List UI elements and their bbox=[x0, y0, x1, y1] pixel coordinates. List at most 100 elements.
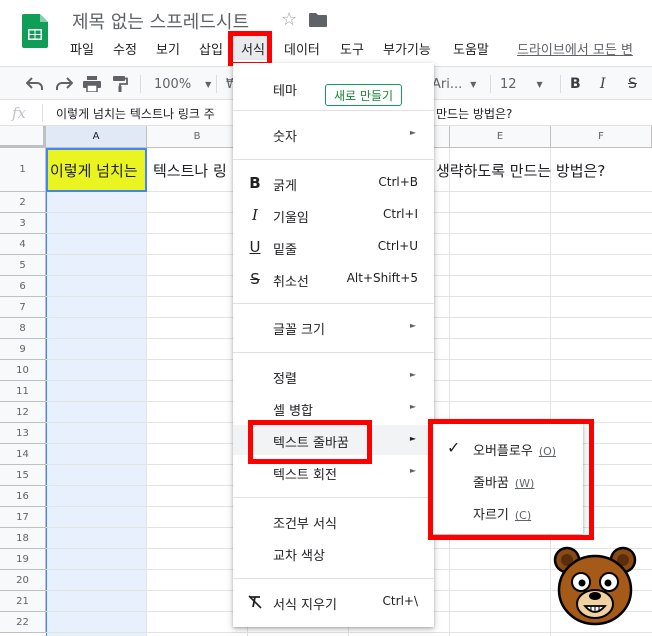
menu-item-theme[interactable]: 테마 새로 만들기 bbox=[233, 71, 434, 106]
grid-column-line bbox=[449, 148, 450, 636]
row-header-14[interactable]: 14 bbox=[0, 444, 46, 465]
shortcut-label: Ctrl+U bbox=[377, 239, 418, 253]
italic-button[interactable]: I bbox=[600, 74, 606, 94]
menu-item-bold[interactable]: B 굵게 Ctrl+B bbox=[233, 168, 434, 198]
strikethrough-button[interactable]: S bbox=[628, 74, 637, 94]
font-size-value: 12 bbox=[500, 76, 517, 92]
menu-tools[interactable]: 도구 bbox=[340, 39, 364, 58]
wrap-option-label: 줄바꿈 (W) bbox=[473, 472, 534, 491]
chevron-down-icon: ▼ bbox=[470, 79, 477, 89]
wrap-option-overflow[interactable]: ✓ 오버플로우 (O) bbox=[433, 432, 583, 464]
menu-edit[interactable]: 수정 bbox=[113, 39, 137, 58]
row-header-8[interactable]: 8 bbox=[0, 318, 46, 339]
menu-item-merge[interactable]: 셀 병합 ► bbox=[233, 393, 434, 423]
menu-item-strikethrough[interactable]: S 취소선 Alt+Shift+5 bbox=[233, 264, 434, 294]
selected-column-a bbox=[46, 148, 147, 636]
strikethrough-icon: S bbox=[250, 270, 260, 288]
menu-item-number[interactable]: 숫자 ► bbox=[233, 119, 434, 149]
menu-divider bbox=[233, 578, 434, 579]
row-header-12[interactable]: 12 bbox=[0, 402, 46, 423]
menu-item-alternating-colors[interactable]: 교차 색상 bbox=[233, 538, 434, 568]
cell-a1-text-left: 이렇게 넘치는 bbox=[50, 162, 138, 180]
zoom-select[interactable]: 100% ▼ bbox=[154, 74, 211, 94]
menu-item-label: 정렬 bbox=[273, 372, 297, 387]
menu-file[interactable]: 파일 bbox=[70, 39, 94, 58]
row-header-9[interactable]: 9 bbox=[0, 339, 46, 360]
row-header-21[interactable]: 21 bbox=[0, 591, 46, 612]
toolbar-separator bbox=[216, 75, 217, 93]
menu-item-underline[interactable]: U 밑줄 Ctrl+U bbox=[233, 232, 434, 262]
row-header-10[interactable]: 10 bbox=[0, 360, 46, 381]
new-theme-button[interactable]: 새로 만들기 bbox=[325, 84, 403, 106]
menu-item-label: 텍스트 회전 bbox=[273, 468, 337, 483]
menu-item-label: 취소선 bbox=[273, 275, 309, 290]
menu-item-label: 서식 지우기 bbox=[273, 598, 337, 613]
menu-view[interactable]: 보기 bbox=[156, 39, 180, 58]
row-header-16[interactable]: 16 bbox=[0, 486, 46, 507]
row-header-18[interactable]: 18 bbox=[0, 528, 46, 549]
menu-insert[interactable]: 삽입 bbox=[199, 39, 223, 58]
wrap-option-clip[interactable]: 자르기 (C) bbox=[433, 496, 583, 528]
row-header-6[interactable]: 6 bbox=[0, 276, 46, 297]
paint-format-icon[interactable] bbox=[112, 74, 128, 94]
wrap-option-text: 줄바꿈 bbox=[473, 476, 509, 491]
menu-item-font-size[interactable]: 글꼴 크기 ► bbox=[233, 312, 434, 342]
font-family-select[interactable]: Ari... ▼ bbox=[432, 74, 476, 94]
star-icon[interactable]: ☆ bbox=[281, 9, 297, 30]
wrap-option-text: 자르기 bbox=[473, 508, 509, 523]
menu-item-label: 텍스트 줄바꿈 bbox=[273, 436, 349, 451]
wrap-option-key: (C) bbox=[514, 509, 532, 522]
row-header-17[interactable]: 17 bbox=[0, 507, 46, 528]
bold-button[interactable]: B bbox=[570, 74, 581, 94]
row-header-11[interactable]: 11 bbox=[0, 381, 46, 402]
wrap-option-wrap[interactable]: 줄바꿈 (W) bbox=[433, 464, 583, 496]
submenu-arrow-icon: ► bbox=[409, 466, 416, 475]
row-header-3[interactable]: 3 bbox=[0, 213, 46, 234]
print-icon[interactable] bbox=[83, 74, 101, 94]
menu-item-text-rotation[interactable]: 텍스트 회전 ► bbox=[233, 457, 434, 487]
font-size-select[interactable]: 12 ▼ bbox=[500, 74, 543, 94]
menu-item-italic[interactable]: I 기울임 Ctrl+I bbox=[233, 200, 434, 230]
column-header-e[interactable]: E bbox=[450, 126, 551, 148]
zoom-value: 100% bbox=[154, 76, 192, 92]
toolbar-separator bbox=[490, 75, 491, 93]
shortcut-label: Ctrl+I bbox=[383, 207, 418, 221]
row-header-1[interactable]: 1 bbox=[0, 148, 46, 192]
row-header-19[interactable]: 19 bbox=[0, 549, 46, 570]
menu-item-align[interactable]: 정렬 ► bbox=[233, 361, 434, 391]
wrap-option-key: (O) bbox=[538, 445, 557, 458]
row-header-2[interactable]: 2 bbox=[0, 192, 46, 213]
row-header-7[interactable]: 7 bbox=[0, 297, 46, 318]
menu-item-clear-formatting[interactable]: 서식 지우기 Ctrl+\ bbox=[233, 587, 434, 617]
text-wrapping-submenu: ✓ 오버플로우 (O) 줄바꿈 (W) 자르기 (C) bbox=[433, 420, 583, 534]
row-header-20[interactable]: 20 bbox=[0, 570, 46, 591]
menu-addons[interactable]: 부가기능 bbox=[383, 39, 431, 58]
row-header-5[interactable]: 5 bbox=[0, 255, 46, 276]
folder-icon[interactable] bbox=[309, 13, 327, 27]
row-header-22[interactable]: 22 bbox=[0, 612, 46, 633]
shortcut-label: Ctrl+B bbox=[378, 175, 418, 189]
row-header-15[interactable]: 15 bbox=[0, 465, 46, 486]
toolbar-separator bbox=[140, 75, 141, 93]
menu-format[interactable]: 서식 bbox=[241, 39, 265, 58]
menu-item-label: 숫자 bbox=[273, 130, 297, 145]
column-header-f[interactable]: F bbox=[551, 126, 652, 148]
column-header-a[interactable]: A bbox=[46, 126, 147, 148]
row-header-4[interactable]: 4 bbox=[0, 234, 46, 255]
menu-item-text-wrapping[interactable]: 텍스트 줄바꿈 ► bbox=[233, 425, 434, 455]
wrap-option-key: (W) bbox=[514, 477, 535, 490]
undo-icon[interactable] bbox=[26, 74, 44, 94]
select-all-corner[interactable] bbox=[0, 126, 46, 148]
menu-item-label: 굵게 bbox=[273, 179, 297, 194]
menu-help[interactable]: 도움말 bbox=[453, 39, 489, 58]
menu-data[interactable]: 데이터 bbox=[284, 39, 320, 58]
document-title[interactable]: 제목 없는 스프레드시트 bbox=[72, 8, 249, 34]
menu-item-label: 밑줄 bbox=[273, 243, 297, 258]
row-header-13[interactable]: 13 bbox=[0, 423, 46, 444]
formula-input[interactable]: 이렇게 넘치는 텍스트나 링크 주 bbox=[56, 105, 215, 122]
menu-item-conditional-formatting[interactable]: 조건부 서식 bbox=[233, 506, 434, 536]
sheets-logo[interactable] bbox=[22, 14, 48, 48]
redo-icon[interactable] bbox=[55, 74, 73, 94]
submenu-arrow-icon: ► bbox=[409, 321, 416, 330]
drive-changes-link[interactable]: 드라이브에서 모든 변 bbox=[517, 39, 633, 58]
